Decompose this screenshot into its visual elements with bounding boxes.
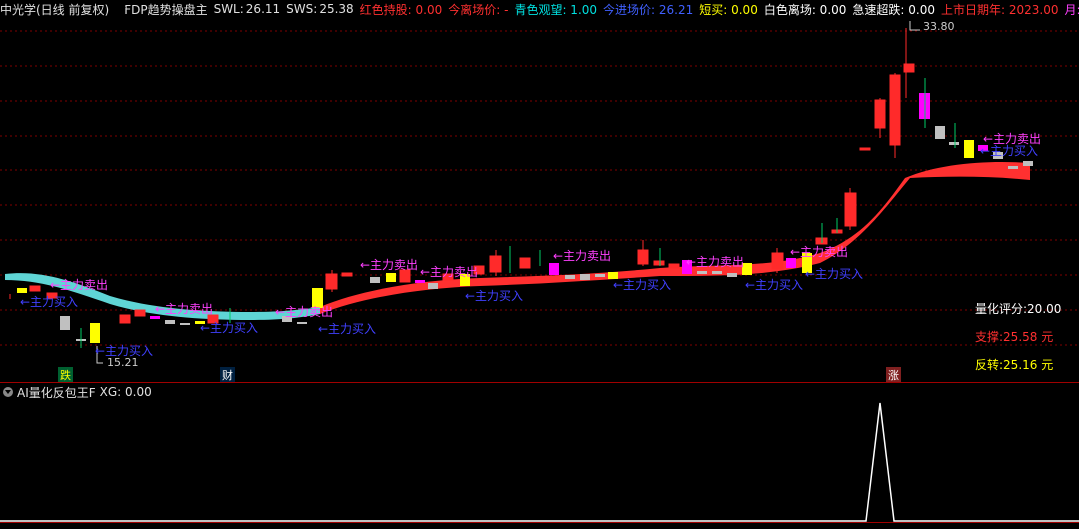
stock-name[interactable]: 中光学(日线 前复权) [0,1,109,18]
buy-signal-2: ←主力买入 [95,344,154,358]
sub-indicator-toggle-icon[interactable] [3,387,13,397]
indicator-name[interactable]: FDP趋势操盘主 [124,1,207,18]
buy-signal-7: ←主力买入 [745,278,804,292]
buy-signal-9: ←主力买入 [980,144,1039,158]
grid-lines [0,30,1079,346]
sub-indicator-header: AI量化反包王F XG: 0.00 [0,384,400,400]
swl-value: 26.11 [245,2,281,16]
red-ribbon [320,161,1030,314]
sell-signal-4: ←主力卖出 [360,258,419,272]
list-date: 上市日期年: 2023.00 [940,2,1059,17]
rapid-drop: 急速超跌: 0.00 [852,2,935,17]
swl-label: SWL: [213,2,244,16]
month: 月: 10 [1064,2,1079,17]
sell-signal-7: ←主力卖出 [686,255,745,269]
support-level: 支撑:25.58 元 [975,330,1054,344]
marker-zhang: 涨 [886,367,901,383]
reversal-level: 反转:25.16 元 [975,358,1054,372]
cyan-watch: 青色观望: 1.00 [514,2,598,17]
price-high-label: 33.80 [923,20,955,33]
panel-divider[interactable] [0,382,1079,383]
today-enter: 今进场价: 26.21 [603,2,694,17]
today-leave: 今离场价: - [448,2,509,17]
buy-signal-1: ←主力买入 [20,295,79,309]
sell-signal-8: ←主力卖出 [790,245,849,259]
white-leave: 白色离场: 0.00 [763,2,847,17]
quant-score: 量化评分:20.00 [975,302,1062,316]
buy-signal-5: ←主力买入 [465,289,524,303]
xg-signal-line [0,402,1079,522]
sub-indicator-title[interactable]: AI量化反包王F [17,384,96,401]
sws-value: 25.38 [319,2,354,16]
sub-indicator-xg: XG: 0.00 [99,385,152,399]
main-chart[interactable] [0,18,1079,382]
chart-header: 中光学(日线 前复权) FDP趋势操盘主 SWL: 26.11 SWS: 25.… [0,0,1079,18]
buy-signal-3: ←主力买入 [200,321,259,335]
sub-panel-bottom [0,522,1079,523]
marker-die: 跌 [58,367,73,383]
short-buy: 短买: 0.00 [699,2,758,17]
red-hold: 红色持股: 0.00 [359,2,443,17]
buy-signal-4: ←主力买入 [318,322,377,336]
sell-signal-3: ←主力卖出 [275,305,334,319]
sell-signal-5: ←主力卖出 [420,265,479,279]
sell-signal-2: ←主力卖出 [155,302,214,316]
buy-signal-8: ←主力买入 [805,267,864,281]
sell-signal-1: ←主力卖出 [50,278,109,292]
marker-cai: 财 [220,367,235,383]
sws-label: SWS: [286,2,318,16]
sell-signal-6: ←主力卖出 [553,249,612,263]
sub-chart[interactable] [0,400,1079,529]
buy-signal-6: ←主力买入 [613,278,672,292]
